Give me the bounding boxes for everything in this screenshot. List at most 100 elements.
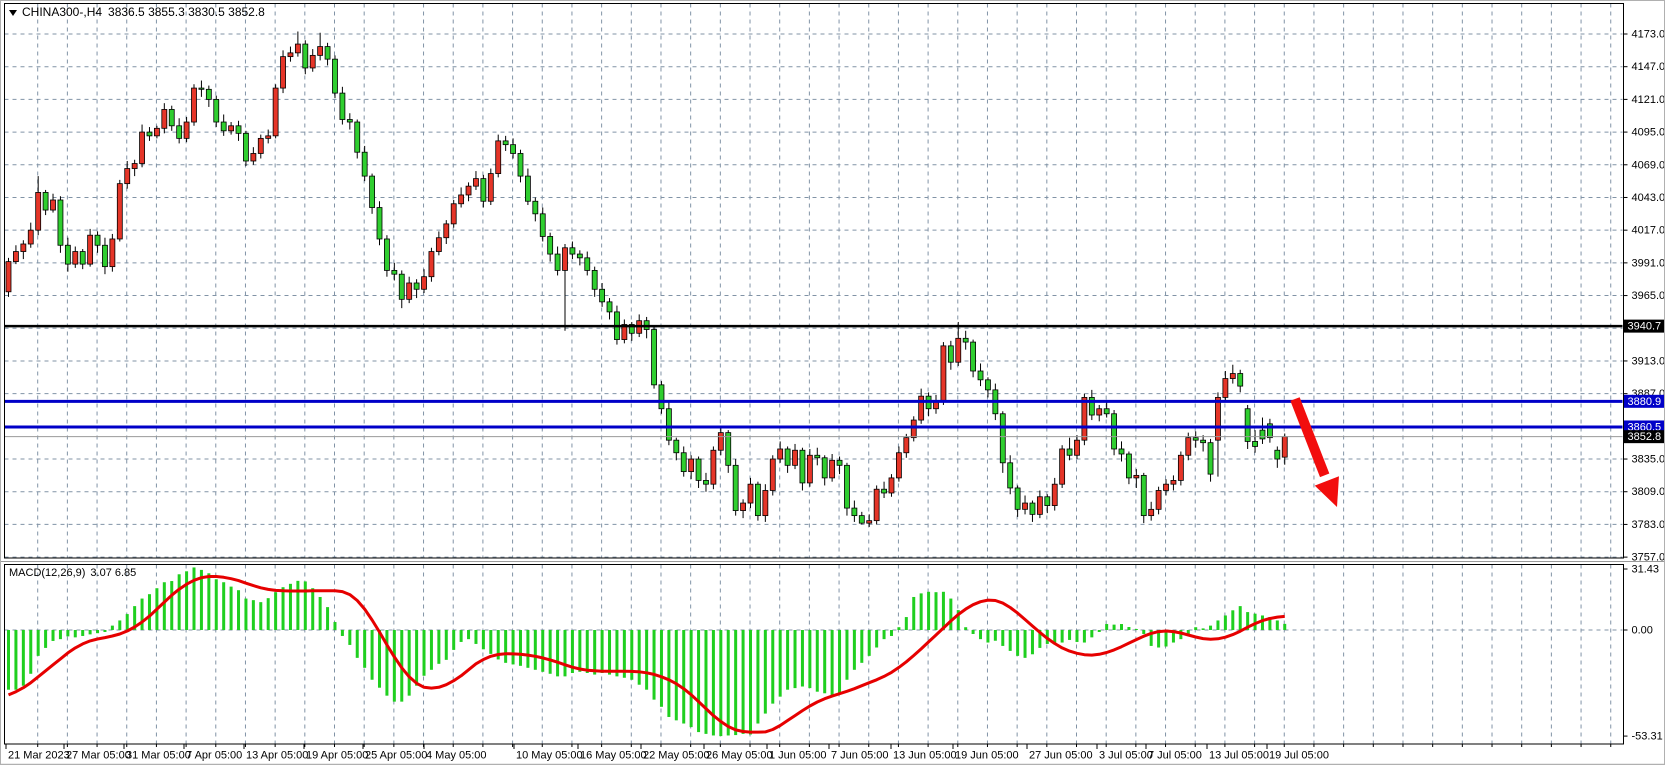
- macd-histogram-bar: [986, 630, 989, 643]
- macd-histogram-bar: [96, 630, 99, 633]
- macd-histogram-bar: [675, 630, 678, 720]
- bearish-candle: [815, 455, 820, 458]
- bullish-candle: [466, 186, 471, 195]
- macd-histogram-bar: [935, 592, 938, 630]
- macd-histogram-bar: [912, 597, 915, 630]
- bullish-candle: [110, 239, 115, 267]
- bearish-candle: [822, 458, 827, 478]
- macd-histogram-bar: [482, 630, 485, 649]
- macd-histogram-bar: [927, 592, 930, 630]
- macd-histogram-bar: [1142, 630, 1145, 634]
- bearish-candle: [392, 270, 397, 274]
- bullish-candle: [288, 53, 293, 57]
- macd-histogram-bar: [1098, 630, 1101, 632]
- date-axis-label: 13 Jul 05:00: [1209, 750, 1269, 762]
- date-axis-label: 31 Mar 05:00: [126, 750, 191, 762]
- macd-histogram-bar: [645, 630, 648, 690]
- bullish-candle: [1178, 455, 1183, 480]
- bullish-candle: [689, 459, 694, 472]
- bullish-candle: [1149, 509, 1154, 515]
- macd-histogram-bar: [653, 630, 656, 700]
- macd-histogram-bar: [148, 594, 151, 630]
- macd-histogram-bar: [7, 630, 10, 690]
- bullish-candle: [310, 55, 315, 68]
- macd-histogram-bar: [178, 574, 181, 630]
- bullish-candle: [1060, 449, 1065, 484]
- bearish-candle: [384, 239, 389, 270]
- macd-histogram-bar: [282, 587, 285, 630]
- date-axis-label: 10 May 05:00: [516, 750, 583, 762]
- bullish-candle: [1037, 497, 1042, 515]
- bullish-candle: [496, 141, 501, 174]
- price-axis-label: 3783.0: [1632, 519, 1665, 531]
- bearish-candle: [837, 460, 842, 465]
- macd-histogram-bar: [341, 630, 344, 636]
- bearish-candle: [1015, 488, 1020, 509]
- macd-histogram-bar: [586, 630, 589, 673]
- macd-histogram-bar: [408, 630, 411, 696]
- bullish-candle: [28, 230, 33, 244]
- macd-histogram-bar: [526, 630, 529, 668]
- symbol-dropdown-icon[interactable]: [9, 10, 17, 16]
- macd-axis-label: 0.00: [1632, 625, 1653, 637]
- macd-histogram-bar: [578, 630, 581, 672]
- bullish-candle: [1164, 484, 1169, 490]
- macd-histogram-bar: [727, 630, 730, 735]
- bearish-candle: [1141, 475, 1146, 515]
- price-axis-label: 4069.0: [1632, 159, 1665, 171]
- price-axis-label: 3965.0: [1632, 290, 1665, 302]
- macd-histogram-bar: [22, 630, 25, 686]
- bearish-candle: [95, 235, 100, 245]
- bullish-candle: [1215, 397, 1220, 440]
- macd-histogram-bar: [845, 630, 848, 680]
- bullish-candle: [459, 195, 464, 204]
- bullish-candle: [451, 204, 456, 224]
- date-axis-label: 22 May 05:00: [643, 750, 710, 762]
- bullish-candle: [436, 238, 441, 252]
- macd-histogram-bar: [1127, 627, 1130, 630]
- macd-histogram-bar: [534, 630, 537, 670]
- bullish-candle: [1082, 397, 1087, 440]
- bearish-candle: [585, 258, 590, 271]
- bullish-candle: [830, 460, 835, 478]
- macd-histogram-bar: [163, 582, 166, 630]
- date-axis-label: 21 Mar 2023: [8, 750, 70, 762]
- bullish-candle: [125, 169, 130, 184]
- bearish-candle: [1045, 497, 1050, 506]
- macd-histogram-bar: [319, 597, 322, 630]
- bullish-candle: [229, 126, 234, 131]
- bullish-candle: [763, 490, 768, 515]
- macd-histogram-bar: [378, 630, 381, 688]
- price-badge-label: 3852.8: [1628, 431, 1662, 443]
- chart-canvas[interactable]: 4173.04147.04121.04095.04069.04043.04017…: [1, 1, 1665, 765]
- macd-histogram-bar: [994, 630, 997, 641]
- macd-histogram-bar: [385, 630, 388, 696]
- bullish-candle: [6, 262, 11, 292]
- bearish-candle: [1238, 374, 1243, 387]
- bearish-candle: [169, 109, 174, 125]
- bearish-candle: [963, 338, 968, 342]
- macd-histogram-bar: [393, 630, 396, 702]
- macd-histogram-bar: [348, 630, 351, 645]
- macd-params-label: MACD(12,26,9): [9, 567, 85, 579]
- macd-histogram-bar: [185, 571, 188, 630]
- bullish-candle: [1186, 438, 1191, 456]
- price-axis-label: 3991.0: [1632, 257, 1665, 269]
- bearish-candle: [147, 132, 152, 136]
- macd-histogram-bar: [1113, 625, 1116, 630]
- date-axis-label: 13 Jun 05:00: [893, 750, 957, 762]
- macd-histogram-bar: [89, 630, 92, 634]
- macd-histogram-bar: [712, 630, 715, 735]
- bearish-candle: [859, 516, 864, 524]
- macd-histogram-bar: [794, 630, 797, 688]
- bullish-candle: [295, 44, 300, 53]
- macd-histogram-bar: [905, 617, 908, 630]
- macd-histogram-bar: [660, 630, 663, 707]
- bearish-candle: [948, 346, 953, 362]
- bullish-candle: [273, 88, 278, 136]
- bearish-candle: [214, 99, 219, 122]
- macd-histogram-bar: [823, 630, 826, 693]
- macd-histogram-bar: [415, 630, 418, 686]
- bearish-candle: [1000, 414, 1005, 463]
- bullish-candle: [748, 484, 753, 503]
